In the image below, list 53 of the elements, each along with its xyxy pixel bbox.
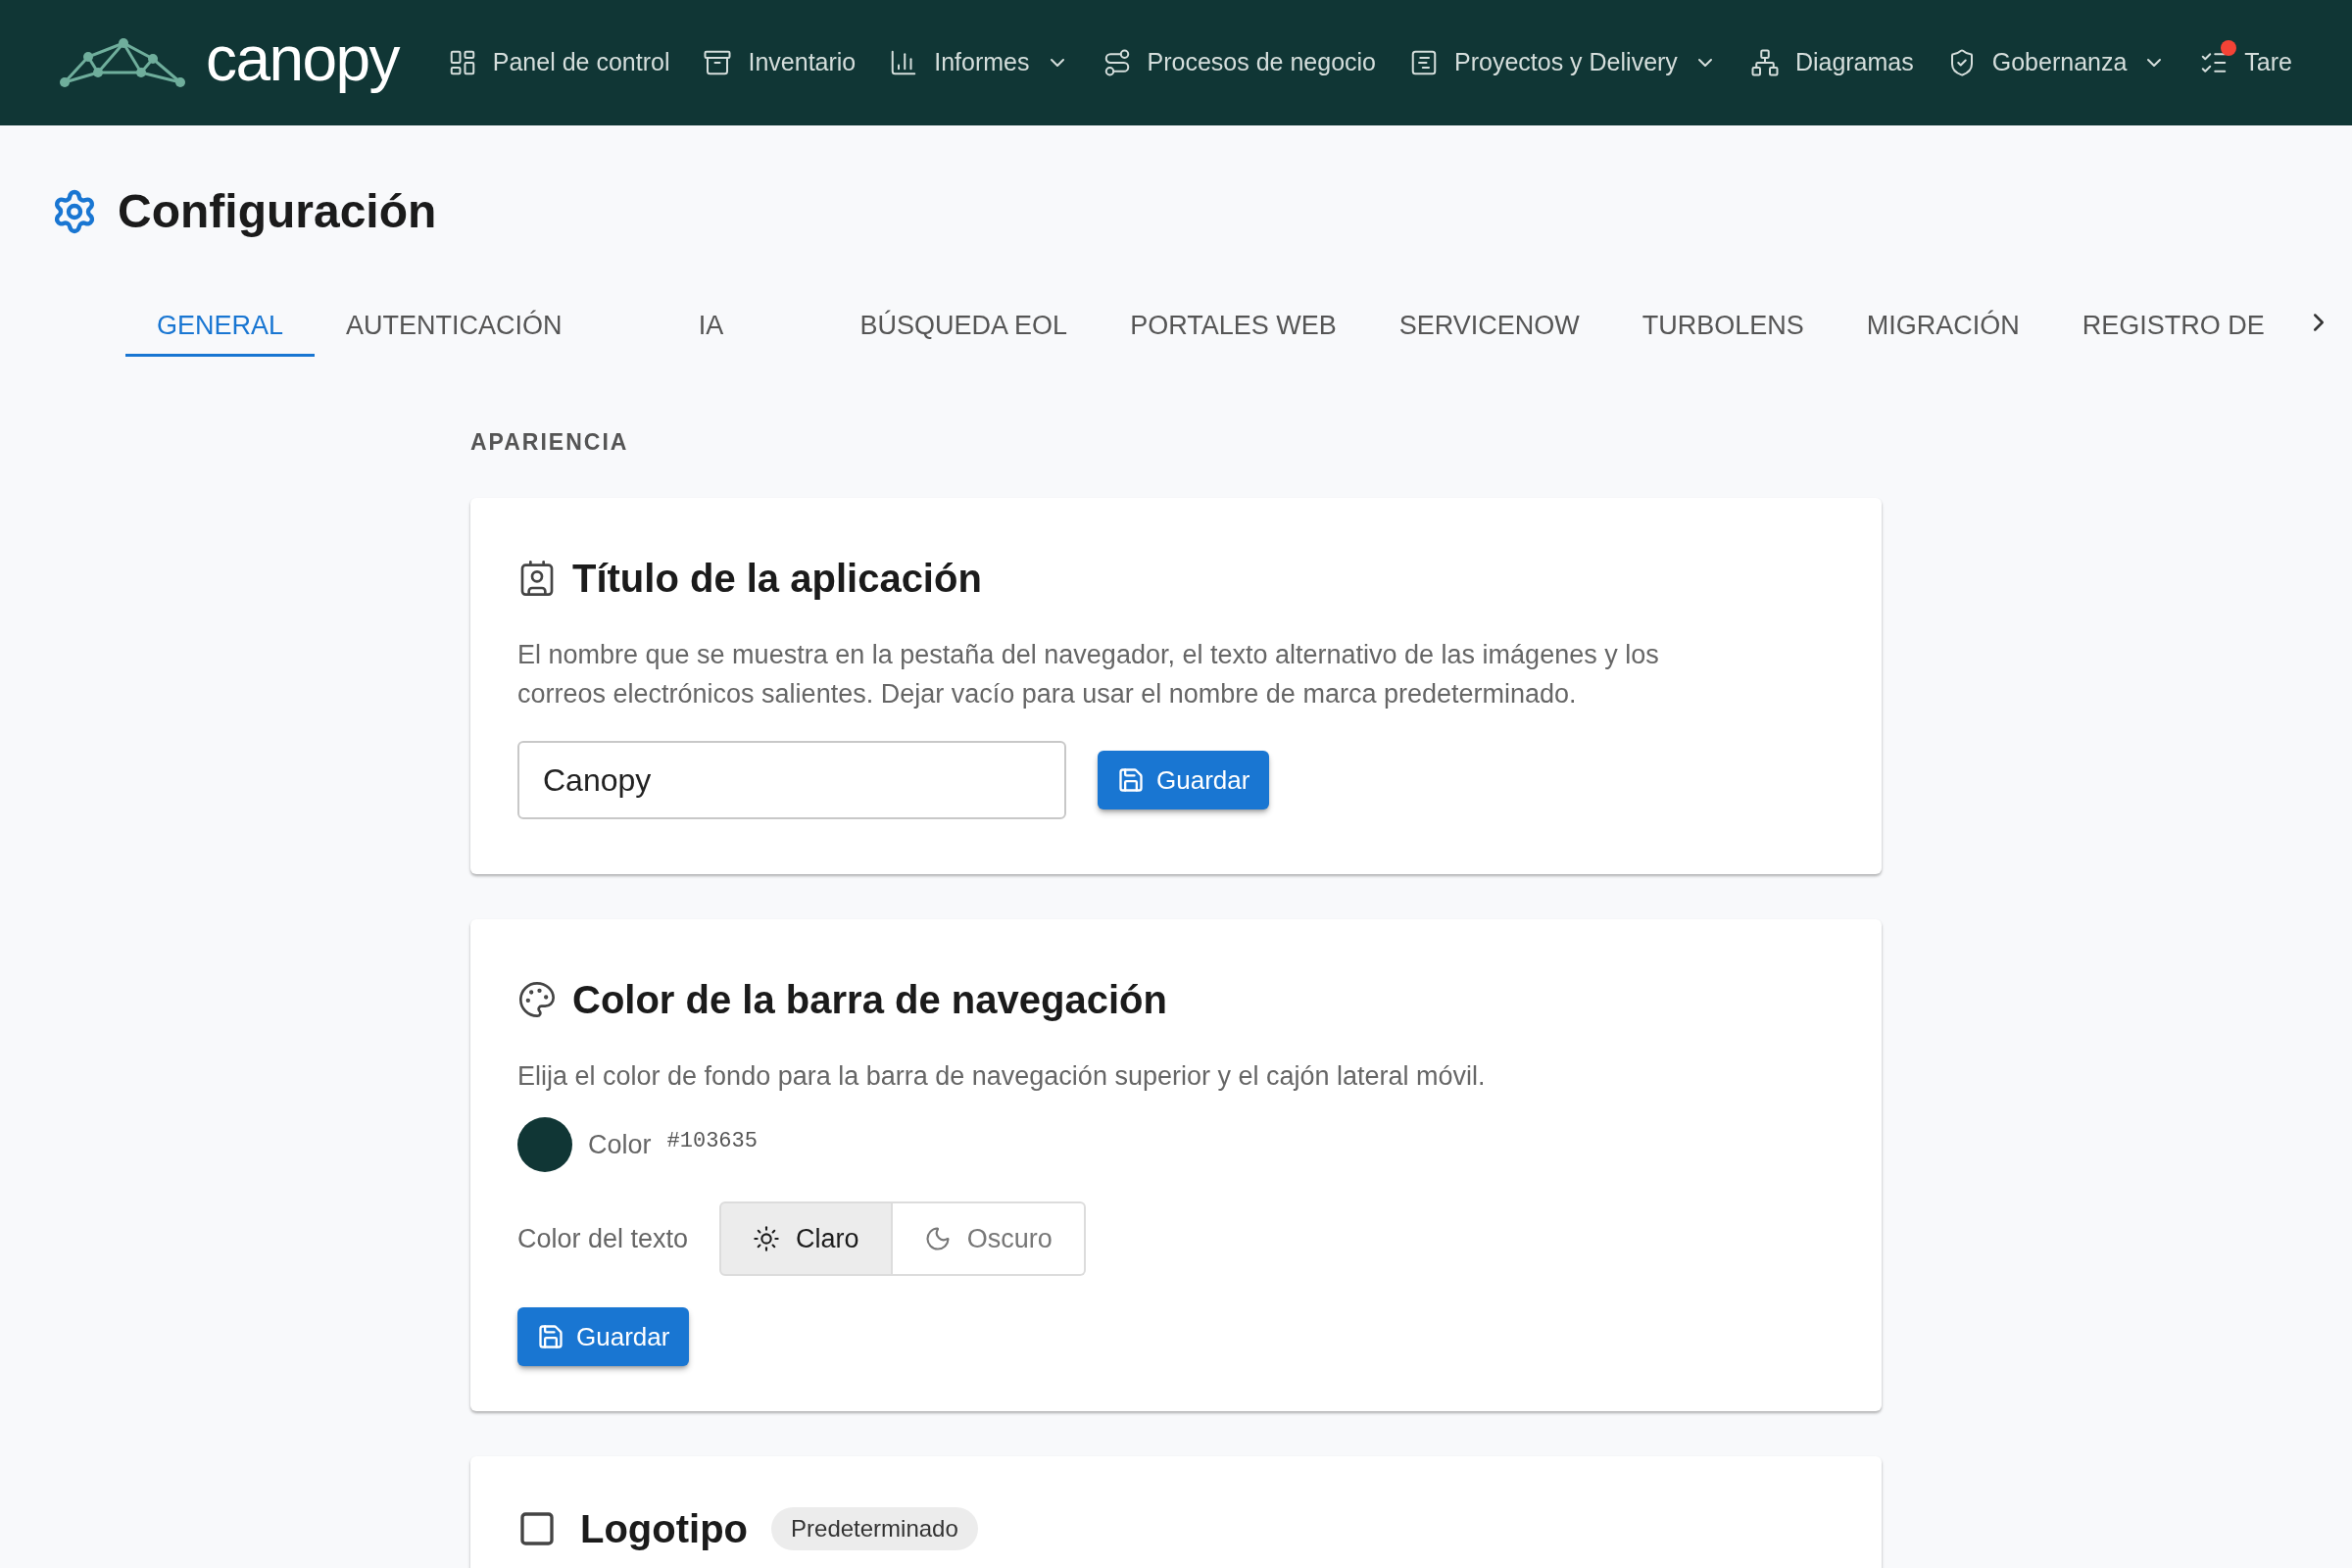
tab[interactable]: GENERAL (125, 306, 316, 357)
save-icon (537, 1323, 564, 1350)
page-title: Configuración (118, 184, 437, 239)
nav-item[interactable]: Informes (889, 44, 1069, 81)
nav-item-icon (703, 48, 733, 77)
card-title: Logotipo (580, 1506, 749, 1552)
tab[interactable]: SERVICENOW (1367, 306, 1611, 357)
square-icon (517, 1509, 557, 1548)
nav-item-label: Procesos de negocio (1147, 47, 1376, 78)
app-title-input[interactable]: Canopy (517, 741, 1066, 819)
card-description: Elija el color de fondo para la barra de navegación superior y el cajón lateral móvil. (517, 1060, 1487, 1093)
nav-item-label: Inventario (748, 47, 857, 78)
nav-item[interactable]: Procesos de negocio (1102, 44, 1376, 81)
tab[interactable]: BÚSQUEDA EOL (828, 306, 1100, 357)
nav-item[interactable]: Diagramas (1749, 44, 1914, 81)
card-title: Título de la aplicación (572, 556, 982, 602)
color-code: #103635 (666, 1127, 758, 1155)
palette-icon (517, 980, 557, 1019)
color-swatch[interactable] (517, 1117, 572, 1172)
toggle-option[interactable]: Oscuro (892, 1201, 1086, 1276)
nav-item[interactable]: Tare (2199, 44, 2292, 81)
brand-name: canopy (206, 27, 399, 96)
nav-item-icon (1409, 48, 1439, 77)
save-button[interactable]: Guardar (1098, 751, 1270, 809)
card-title: Color de la barra de navegación (572, 977, 1167, 1023)
logo-icon (59, 37, 188, 88)
card-description: El nombre que se muestra en la pestaña del navegador, el texto alternativo de las imágenes y los correos electrónicos salientes. Dejar vacío para usar el nombre de marca predeterminado. (517, 639, 1660, 710)
nav-item[interactable]: Inventario (703, 44, 857, 81)
nav-item-label: Panel de control (492, 47, 670, 78)
tab[interactable]: REGISTRO DE (2050, 306, 2296, 357)
nav-item-label: Diagramas (1794, 47, 1914, 78)
tab[interactable]: TURBOLENS (1610, 306, 1836, 357)
tab[interactable]: AUTENTICACIÓN (315, 306, 594, 357)
tab[interactable]: PORTALES WEB (1099, 306, 1368, 357)
sun-icon (753, 1225, 781, 1252)
save-icon (1117, 766, 1145, 794)
nav-item-label: Gobernanza (1991, 47, 2128, 78)
tab[interactable]: IA (593, 306, 829, 357)
nav-item-label: Informes (934, 47, 1030, 78)
nav-item[interactable]: Gobernanza (1946, 44, 2167, 81)
section-label: APARIENCIA (470, 427, 630, 457)
text-color-label: Color del texto (517, 1222, 689, 1255)
toggle-option[interactable]: Claro (719, 1201, 893, 1276)
moon-icon (923, 1225, 952, 1252)
nav-item-label: Tare (2244, 47, 2292, 78)
nav-item[interactable]: Panel de control (447, 44, 670, 81)
save-button[interactable]: Guardar (517, 1307, 690, 1366)
nav-item-label: Proyectos y Delivery (1454, 47, 1678, 78)
tab[interactable]: MIGRACIÓN (1835, 306, 2051, 357)
nav-item-icon (1749, 48, 1780, 77)
default-badge: Predeterminado (771, 1507, 978, 1550)
nav-item[interactable]: Proyectos y Delivery (1409, 44, 1717, 81)
color-label: Color (588, 1128, 652, 1161)
